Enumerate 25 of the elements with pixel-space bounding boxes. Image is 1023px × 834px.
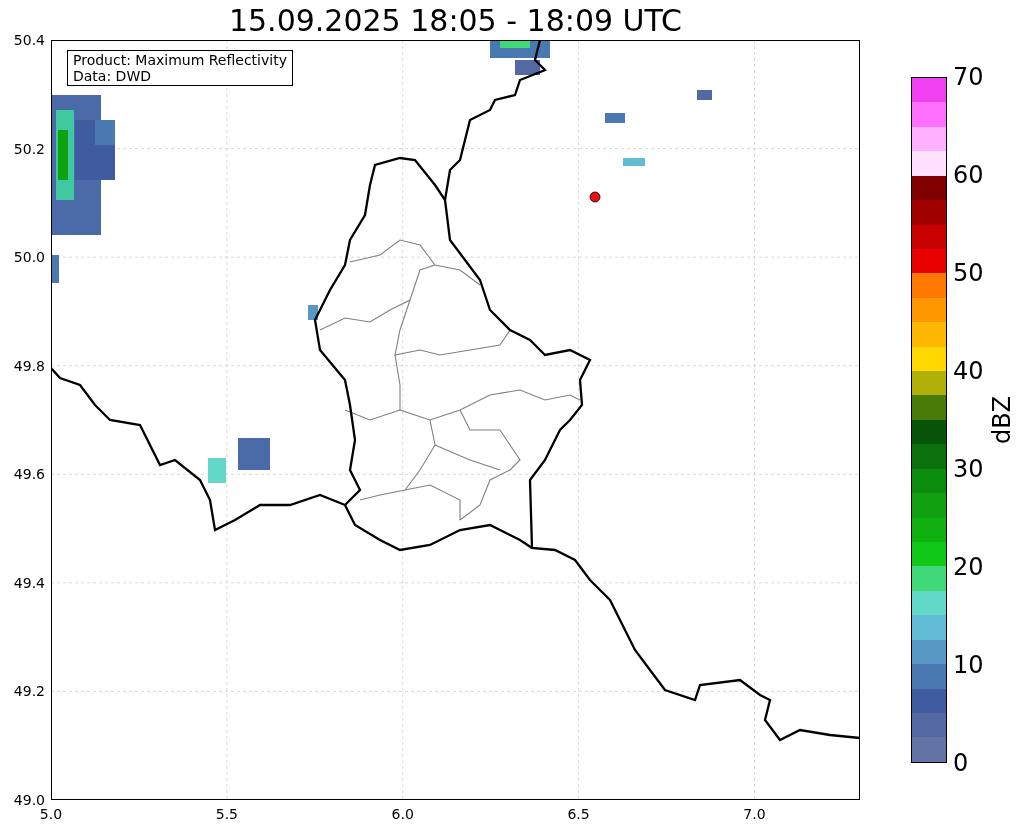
colorbar-tick-label: 40	[953, 358, 984, 384]
colorbar-tick-label: 30	[953, 456, 984, 482]
x-tick-label: 5.0	[38, 806, 64, 822]
x-tick-label: 6.5	[566, 806, 591, 822]
colorbar-tick-label: 70	[953, 64, 984, 90]
y-tick-label: 49.0	[12, 792, 45, 808]
y-tick-label: 49.4	[12, 574, 45, 591]
x-tick-label: 5.5	[214, 806, 239, 822]
y-tick-label: 49.2	[12, 683, 45, 700]
annotation-line: Product: Maximum Reflectivity	[73, 52, 287, 68]
colorbar-tick-label: 10	[953, 652, 984, 678]
x-tick-label: 6.0	[390, 806, 415, 822]
y-tick-label: 50.2	[12, 140, 45, 157]
colorbar-label: dBZ	[989, 395, 1015, 445]
x-tick-label: 7.0	[742, 806, 767, 822]
chart-title: 15.09.2025 18:05 - 18:09 UTC	[227, 4, 684, 38]
y-tick-label: 50.0	[12, 249, 45, 266]
colorbar-tick-label: 50	[953, 260, 984, 286]
y-tick-label: 50.4	[12, 32, 45, 48]
colorbar-tick-label: 20	[953, 554, 984, 580]
y-tick-label: 49.8	[12, 357, 45, 374]
colorbar-tick-label: 0	[953, 750, 969, 776]
y-tick-label: 49.6	[12, 466, 45, 483]
colorbar-tick-label: 60	[953, 162, 984, 188]
annotation-line: Data: DWD	[73, 68, 152, 84]
